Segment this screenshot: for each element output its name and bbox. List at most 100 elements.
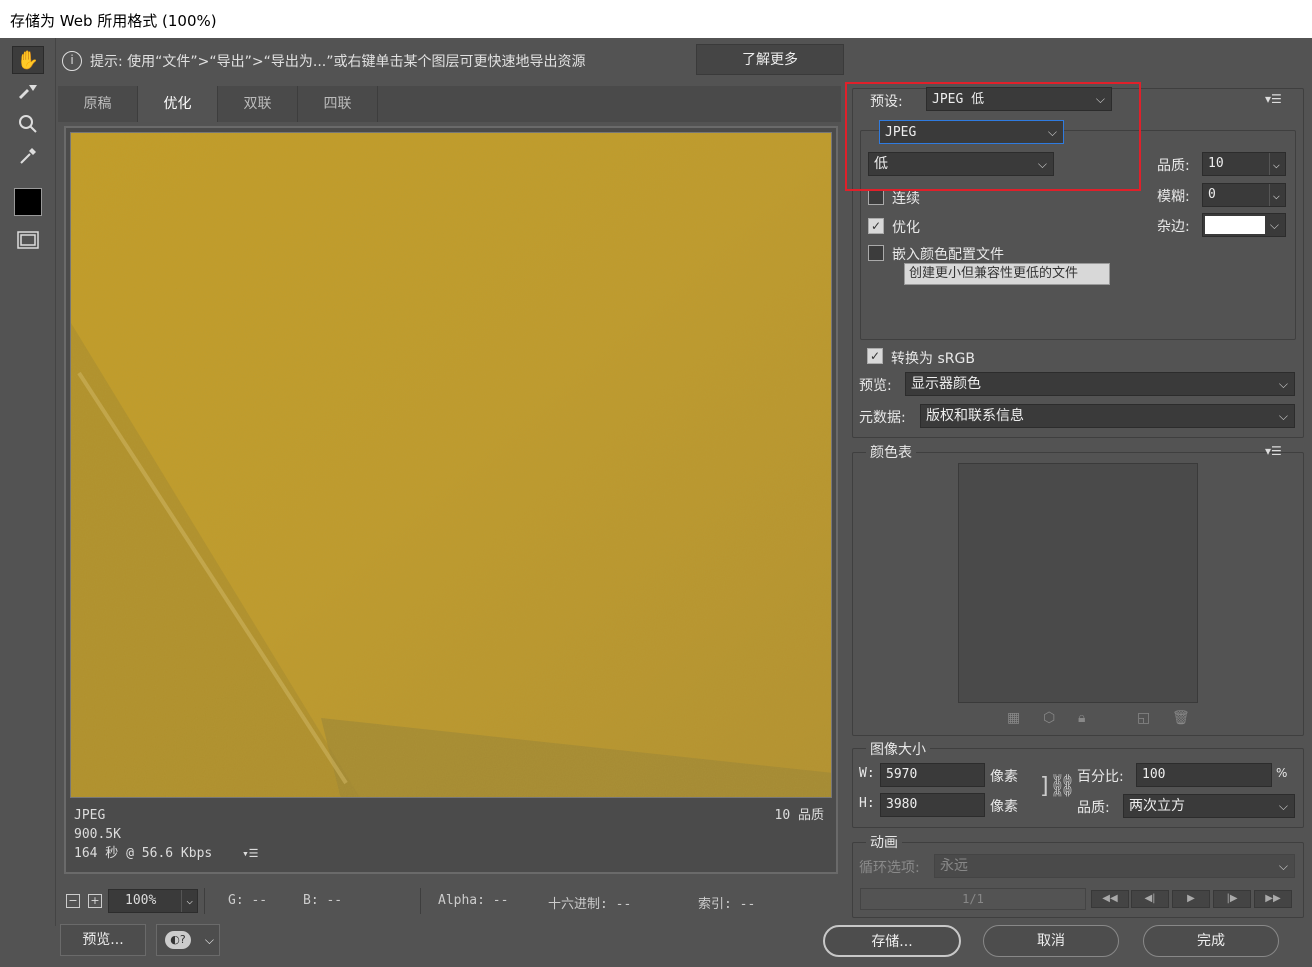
tooltip: 创建更小但兼容性更低的文件 bbox=[904, 263, 1110, 285]
chevron-down-icon[interactable]: ⌵ bbox=[1268, 153, 1280, 175]
blur-label: 模糊: bbox=[1157, 189, 1190, 205]
eyedropper-tool-icon[interactable] bbox=[12, 142, 44, 170]
color-table-menu-icon[interactable]: ▾☰ bbox=[1265, 444, 1282, 458]
loop-options-value: 永远 bbox=[940, 858, 968, 874]
percent-input[interactable]: 100 bbox=[1136, 763, 1272, 787]
alpha-value-readout: Alpha: -- bbox=[438, 893, 509, 908]
dialog-button-bar: 预览... ◐? ⌵ 存储... 取消 完成 bbox=[0, 922, 1312, 967]
embed-color-profile-label: 嵌入颜色配置文件 bbox=[892, 247, 1004, 263]
chevron-down-icon: ⌵ bbox=[204, 933, 214, 947]
cancel-button[interactable]: 取消 bbox=[983, 925, 1119, 957]
matte-color-select[interactable]: ⌵ bbox=[1202, 213, 1286, 237]
hint-bar: i 提示: 使用“文件”>“导出”>“导出为...”或右键单击某个图层可更快速地… bbox=[56, 44, 844, 76]
chevron-down-icon: ⌵ bbox=[1278, 859, 1288, 873]
width-unit: 像素 bbox=[990, 769, 1018, 785]
blue-value-readout: B: -- bbox=[303, 893, 343, 908]
resample-quality-select[interactable]: 两次立方 ⌵ bbox=[1123, 794, 1295, 818]
highlight-annotation-box bbox=[845, 82, 1141, 191]
zoom-out-button[interactable]: − bbox=[66, 894, 80, 908]
chevron-down-icon: ⌵ bbox=[1278, 409, 1288, 423]
last-frame-button[interactable]: ▶▶ bbox=[1254, 890, 1292, 908]
height-unit: 像素 bbox=[990, 799, 1018, 815]
progressive-checkbox[interactable] bbox=[868, 189, 884, 205]
zoom-level-select[interactable]: 100% ⌵ bbox=[108, 889, 198, 913]
image-size-title: 图像大小 bbox=[866, 739, 930, 759]
previous-frame-button[interactable]: ◀| bbox=[1131, 890, 1169, 908]
save-button[interactable]: 存储... bbox=[823, 925, 961, 957]
image-format: JPEG bbox=[74, 808, 106, 823]
zoom-level-value: 100% bbox=[125, 893, 157, 908]
divider bbox=[420, 888, 421, 914]
window-title: 存储为 Web 所用格式 (100%) bbox=[10, 12, 217, 30]
convert-srgb-label: 转换为 sRGB bbox=[891, 351, 975, 367]
next-frame-button[interactable]: |▶ bbox=[1213, 890, 1251, 908]
color-table-title: 颜色表 bbox=[866, 442, 916, 462]
convert-srgb-checkbox[interactable]: ✓ bbox=[867, 348, 883, 364]
color-table-area[interactable] bbox=[958, 463, 1198, 703]
tool-strip: ✋ bbox=[0, 38, 56, 926]
play-button[interactable]: ▶ bbox=[1172, 890, 1210, 908]
eyedropper-color-swatch[interactable] bbox=[14, 188, 42, 216]
download-speed-menu-icon[interactable]: ▾☰ bbox=[242, 847, 258, 860]
chevron-down-icon: ⌵ bbox=[1278, 799, 1288, 813]
browser-select[interactable]: ◐? ⌵ bbox=[156, 924, 220, 956]
preview-color-select[interactable]: 显示器颜色 ⌵ bbox=[905, 372, 1295, 396]
tab-original[interactable]: 原稿 bbox=[58, 86, 138, 122]
optimized-image-preview[interactable] bbox=[70, 132, 832, 798]
width-label: W: bbox=[859, 766, 875, 781]
index-value-readout: 索引: -- bbox=[698, 897, 756, 912]
frame-counter: 1/1 bbox=[860, 888, 1086, 910]
zoom-tool-icon[interactable] bbox=[12, 110, 44, 138]
web-snap-icon[interactable]: ⬡ bbox=[1043, 710, 1055, 726]
done-button[interactable]: 完成 bbox=[1143, 925, 1279, 957]
metadata-select[interactable]: 版权和联系信息 ⌵ bbox=[920, 404, 1295, 428]
matte-color-swatch bbox=[1205, 216, 1265, 234]
chevron-down-icon[interactable]: ⌵ bbox=[1268, 184, 1280, 206]
constrain-proportions-link-icon[interactable]: ]⛓︎ bbox=[1040, 774, 1077, 799]
image-download-time: 164 秒 @ 56.6 Kbps bbox=[74, 846, 213, 861]
first-frame-button[interactable]: ◀◀ bbox=[1091, 890, 1129, 908]
image-file-size: 900.5K bbox=[74, 827, 121, 842]
lock-color-icon[interactable]: 🔒︎ bbox=[1078, 710, 1085, 726]
image-quality-readout: 10 品质 bbox=[774, 808, 824, 823]
slice-select-tool-icon[interactable] bbox=[12, 78, 44, 106]
matte-label: 杂边: bbox=[1157, 219, 1190, 235]
tab-4-up[interactable]: 四联 bbox=[298, 86, 378, 122]
height-input[interactable]: 3980 bbox=[880, 793, 985, 817]
width-input[interactable]: 5970 bbox=[880, 763, 985, 787]
image-info-panel: JPEG 900.5K 164 秒 @ 56.6 Kbps ▾☰ 10 品质 bbox=[74, 806, 824, 863]
quality-value: 10 bbox=[1208, 156, 1224, 171]
preview-in-browser-button[interactable]: 预览... bbox=[60, 924, 146, 956]
chevron-down-icon: ⌵ bbox=[1278, 377, 1288, 391]
loop-options-select[interactable]: 永远 ⌵ bbox=[934, 854, 1295, 878]
hand-tool-icon[interactable]: ✋ bbox=[12, 46, 44, 74]
embed-color-profile-checkbox[interactable] bbox=[868, 245, 884, 261]
toggle-slices-visibility-icon[interactable] bbox=[12, 226, 44, 254]
optimized-checkbox[interactable]: ✓ bbox=[868, 218, 884, 234]
percent-label: 百分比: bbox=[1077, 769, 1124, 785]
loop-options-label: 循环选项: bbox=[859, 860, 920, 876]
tab-2-up[interactable]: 双联 bbox=[218, 86, 298, 122]
height-value: 3980 bbox=[886, 797, 918, 812]
height-label: H: bbox=[859, 796, 875, 811]
zoom-in-button[interactable]: + bbox=[88, 894, 102, 908]
optimized-label: 优化 bbox=[892, 220, 920, 236]
blur-input[interactable]: 0 ⌵ bbox=[1202, 183, 1286, 207]
trash-icon[interactable]: 🗑︎ bbox=[1172, 710, 1190, 726]
info-icon: i bbox=[62, 51, 82, 71]
browser-icon: ◐? bbox=[165, 931, 191, 949]
metadata-label: 元数据: bbox=[859, 410, 906, 426]
quality-label: 品质: bbox=[1157, 158, 1190, 174]
percent-value: 100 bbox=[1142, 767, 1166, 782]
quality-input[interactable]: 10 ⌵ bbox=[1202, 152, 1286, 176]
tab-optimized[interactable]: 优化 bbox=[138, 86, 218, 122]
map-transparent-icon[interactable]: ▦ bbox=[1007, 710, 1020, 726]
optimize-menu-icon[interactable]: ▾☰ bbox=[1265, 92, 1282, 106]
view-tabs: 原稿 优化 双联 四联 bbox=[58, 86, 841, 122]
preview-label: 预览: bbox=[859, 378, 892, 394]
chevron-down-icon: ⌵ bbox=[181, 890, 193, 912]
new-color-icon[interactable]: ◱ bbox=[1137, 710, 1150, 726]
learn-more-button[interactable]: 了解更多 bbox=[696, 44, 844, 75]
metadata-value: 版权和联系信息 bbox=[926, 408, 1024, 424]
frame-counter-value: 1/1 bbox=[962, 892, 984, 906]
